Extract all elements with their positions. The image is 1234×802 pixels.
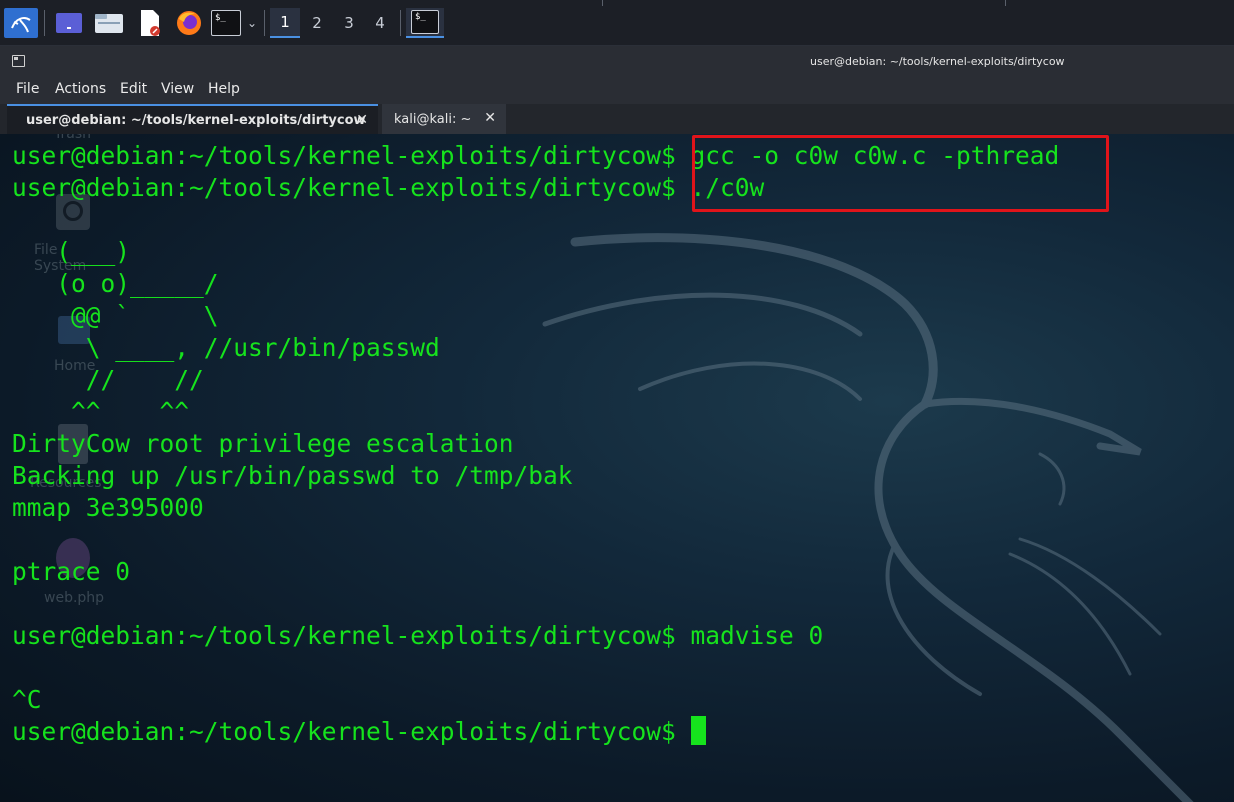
tab-label: user@debian: ~/tools/kernel-exploits/dir… — [26, 112, 366, 128]
tab-close-icon[interactable]: ✕ — [484, 110, 496, 126]
tab-label: kali@kali: ~ — [394, 111, 472, 127]
tab-dirtycow[interactable]: user@debian: ~/tools/kernel-exploits/dir… — [7, 104, 378, 134]
menu-help[interactable]: Help — [208, 81, 240, 97]
terminal-line: mmap 3e395000 — [12, 493, 204, 522]
terminal-line: Backing up /usr/bin/passwd to /tmp/bak — [12, 461, 573, 490]
window-titlebar[interactable]: user@debian: ~/tools/kernel-exploits/dir… — [0, 46, 1234, 76]
firefox-icon[interactable] — [174, 8, 204, 38]
command-highlight-box — [692, 135, 1109, 212]
terminal-area[interactable]: Trash File System Home Resources web.php… — [0, 134, 1234, 802]
file-manager-icon[interactable] — [93, 8, 125, 38]
panel-divider — [1005, 0, 1006, 6]
workspace-4[interactable]: 4 — [365, 8, 395, 38]
menu-actions[interactable]: Actions — [55, 81, 106, 97]
terminal-line: ptrace 0 — [12, 557, 131, 586]
terminal-line: (___) — [12, 237, 131, 266]
text-editor-icon[interactable] — [137, 8, 163, 38]
workspace-1[interactable]: 1 — [270, 8, 300, 38]
tab-bar: user@debian: ~/tools/kernel-exploits/dir… — [0, 104, 1234, 134]
menu-edit[interactable]: Edit — [120, 81, 147, 97]
panel-divider — [602, 0, 603, 6]
kali-menu-icon[interactable] — [4, 8, 38, 38]
top-panel: $_ ⌄ 1 2 3 4 $_ — [0, 0, 1234, 46]
terminal-line: ^^ ^^ — [12, 397, 190, 426]
terminal-line: ^C — [12, 685, 42, 714]
workspace-3[interactable]: 3 — [334, 8, 364, 38]
terminal-line: DirtyCow root privilege escalation — [12, 429, 514, 458]
tab-kali[interactable]: kali@kali: ~ ✕ — [382, 104, 506, 134]
window-title: user@debian: ~/tools/kernel-exploits/dir… — [810, 55, 1065, 68]
terminal-output: user@debian:~/tools/kernel-exploits/dirt… — [12, 140, 1059, 748]
terminal-launcher-icon[interactable]: $_ — [210, 8, 242, 38]
tab-close-icon[interactable]: ✕ — [356, 112, 368, 128]
panel-separator — [264, 10, 265, 36]
desktop-icon[interactable] — [54, 8, 84, 38]
terminal-line: \ ____, //usr/bin/passwd — [12, 333, 440, 362]
terminal-line: // // — [12, 365, 204, 394]
taskbar-terminal-window[interactable]: $_ — [406, 8, 444, 38]
launcher-dropdown-icon[interactable]: ⌄ — [244, 8, 260, 38]
menu-file[interactable]: File — [16, 81, 39, 97]
terminal-line: (o o)_____/ — [12, 269, 219, 298]
panel-separator — [400, 10, 401, 36]
menu-view[interactable]: View — [161, 81, 194, 97]
terminal-cursor — [690, 716, 706, 745]
terminal-line: @@ ` \ — [12, 301, 219, 330]
terminal-line: user@debian:~/tools/kernel-exploits/dirt… — [12, 621, 824, 650]
terminal-prompt-line[interactable]: user@debian:~/tools/kernel-exploits/dirt… — [12, 716, 1059, 748]
terminal-prompt: user@debian:~/tools/kernel-exploits/dirt… — [12, 717, 691, 746]
workspace-2[interactable]: 2 — [302, 8, 332, 38]
menu-bar: File Actions Edit View Help — [0, 76, 1234, 104]
terminal-icon: $_ — [411, 10, 439, 34]
panel-separator — [44, 10, 45, 36]
